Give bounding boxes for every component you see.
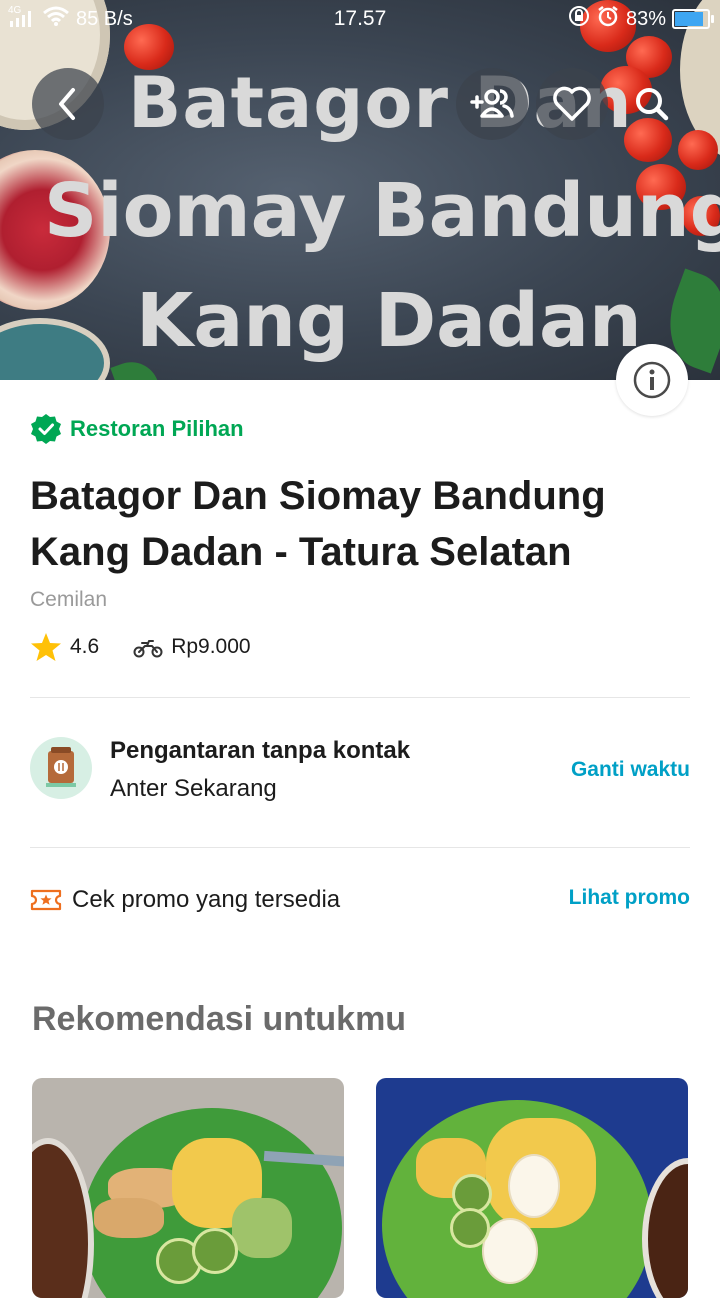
alarm-icon — [596, 5, 620, 33]
hero-tomato — [678, 130, 718, 170]
restaurant-meta: 4.6 Rp9.000 — [30, 632, 251, 662]
promo-text: Cek promo yang tersedia — [72, 886, 341, 913]
info-icon — [633, 361, 671, 399]
food-item — [94, 1198, 164, 1238]
rating-value: 4.6 — [70, 635, 100, 658]
delivery-option-title: Pengantaran tanpa kontak — [110, 737, 411, 764]
search-icon — [636, 88, 669, 121]
heart-icon — [553, 86, 591, 121]
lime-slice — [192, 1228, 238, 1274]
delivery-fee: Rp9.000 — [171, 635, 251, 658]
add-friend-icon — [470, 89, 514, 118]
divider — [30, 697, 690, 698]
promo-ticket-icon — [30, 889, 62, 911]
delivery-option-subtitle: Anter Sekarang — [110, 775, 277, 802]
promo-row[interactable]: Cek promo yang tersedia — [30, 886, 340, 914]
battery-percent: 83% — [625, 7, 666, 30]
star-icon — [31, 633, 61, 661]
hero-bowl-decoration — [0, 318, 110, 380]
sauce-bowl — [32, 1138, 94, 1298]
verified-badge-icon — [31, 414, 61, 444]
back-button[interactable] — [32, 68, 104, 140]
restaurant-hero-image: Batagor Dan Siomay Bandung Kang Dadan — [0, 0, 720, 380]
selected-restaurant-badge: Restoran Pilihan — [30, 413, 244, 445]
sauce-bowl — [642, 1158, 688, 1298]
see-promo-button[interactable]: Lihat promo — [569, 886, 690, 910]
food-item — [232, 1198, 292, 1258]
battery-fill — [675, 12, 704, 26]
lock-rotation-icon — [568, 5, 590, 33]
badge-label: Restoran Pilihan — [70, 416, 244, 441]
change-time-button[interactable]: Ganti waktu — [571, 758, 690, 782]
restaurant-name-line: Kang Dadan - Tatura Selatan — [30, 530, 572, 574]
favorite-button[interactable] — [536, 68, 608, 140]
restaurant-name-line: Batagor Dan Siomay Bandung — [30, 474, 606, 518]
info-button[interactable] — [616, 344, 688, 416]
recommendation-card[interactable] — [376, 1078, 688, 1298]
search-button[interactable] — [620, 72, 684, 136]
hero-title-line: Siomay Bandung — [44, 168, 720, 254]
boiled-egg — [482, 1218, 538, 1284]
recommendation-card[interactable] — [32, 1078, 344, 1298]
chevron-left-icon — [59, 88, 75, 120]
boiled-egg — [508, 1154, 560, 1218]
restaurant-name: Batagor Dan Siomay Bandung Kang Dadan - … — [30, 468, 690, 580]
hero-title-line: Kang Dadan — [136, 278, 642, 364]
battery-icon — [672, 9, 714, 29]
restaurant-category: Cemilan — [30, 588, 108, 611]
group-order-button[interactable] — [456, 68, 528, 140]
recommendations-title: Rekomendasi untukmu — [32, 1000, 407, 1038]
motorbike-icon — [133, 640, 163, 658]
divider — [30, 847, 690, 848]
lime-slice — [450, 1208, 490, 1248]
status-bar: 4G 85 B/s 17.57 83% — [0, 0, 720, 38]
contactless-delivery-icon — [30, 737, 92, 799]
